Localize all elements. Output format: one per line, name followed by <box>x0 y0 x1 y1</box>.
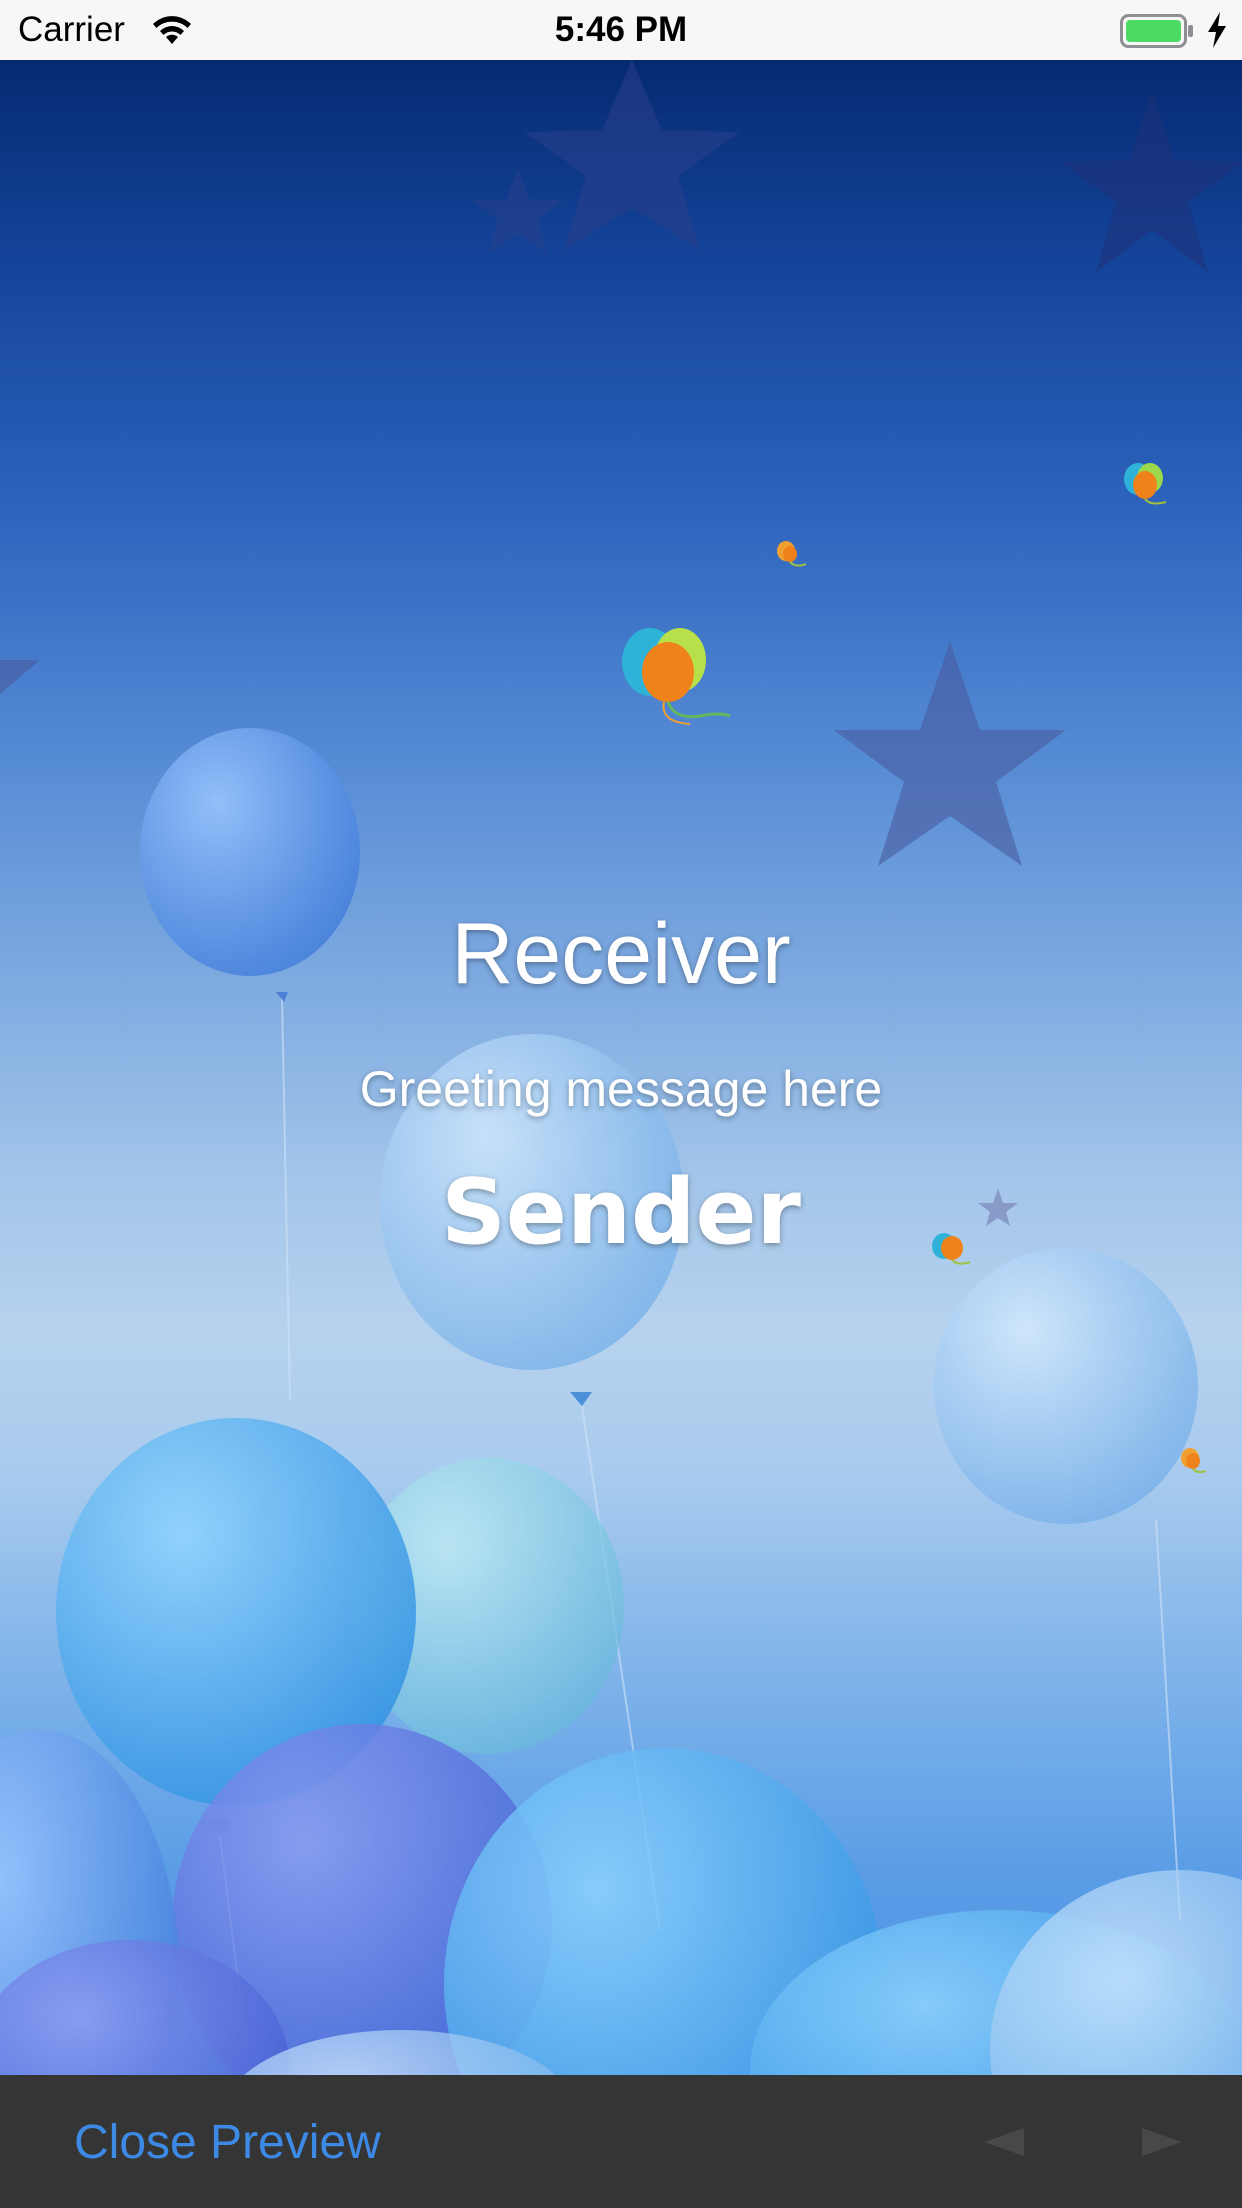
clock: 5:46 PM <box>554 10 688 49</box>
card-preview: Receiver Greeting message here Sender <box>0 60 1242 2075</box>
triangle-left-icon[interactable] <box>982 2125 1026 2159</box>
greeting-message: Greeting message here <box>359 1061 883 1117</box>
status-bar: Carrier 5:46 PM <box>0 0 1242 61</box>
sender-name: Sender <box>441 1160 801 1265</box>
receiver-name: Receiver <box>451 906 791 1002</box>
close-preview-button[interactable]: Close Preview <box>74 2115 381 2170</box>
triangle-right-icon[interactable] <box>1140 2125 1184 2159</box>
battery-icon <box>1120 14 1193 48</box>
bottom-toolbar: Close Preview <box>0 2075 1242 2208</box>
screen: Carrier 5:46 PM Receiver Greeting messag… <box>0 0 1242 2208</box>
charging-bolt-icon <box>1208 12 1226 48</box>
